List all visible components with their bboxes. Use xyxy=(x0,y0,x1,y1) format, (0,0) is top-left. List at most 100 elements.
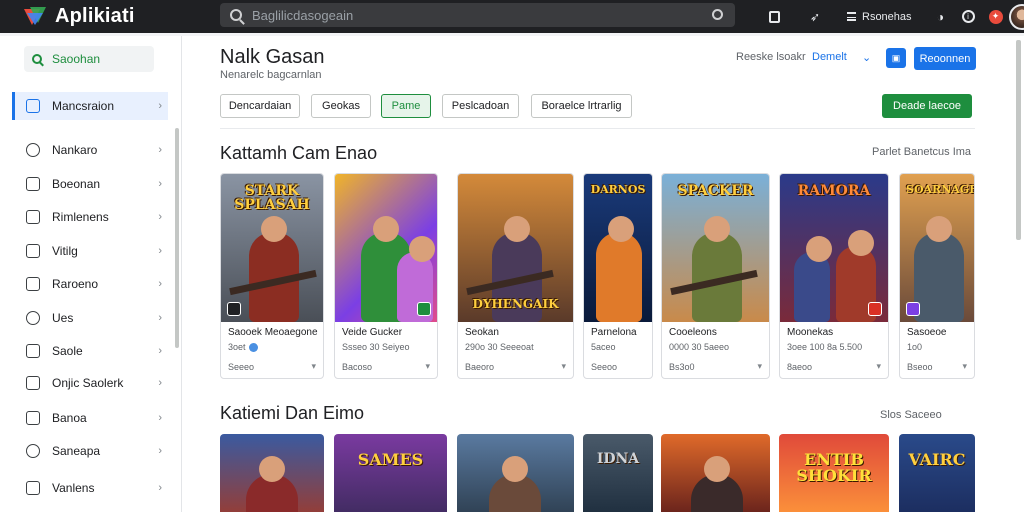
game-card[interactable] xyxy=(457,434,574,512)
folder-icon xyxy=(26,376,40,390)
chevron-right-icon: › xyxy=(158,278,162,290)
info-icon[interactable]: i xyxy=(961,10,975,23)
chip-active[interactable]: Pame xyxy=(381,94,431,118)
game-art-title: VAIRC xyxy=(908,450,966,469)
game-meta: 5aceo xyxy=(591,342,616,352)
game-card[interactable]: SPACKER Cooeleons 0000 30 5aeeo Bs3o0 ▾ xyxy=(661,173,770,379)
chevron-right-icon: › xyxy=(158,312,162,324)
verified-icon xyxy=(248,343,258,353)
sidebar-item[interactable]: Onjic Saolerk › xyxy=(12,369,168,397)
sidebar-item[interactable]: Vanlens › xyxy=(12,474,168,502)
game-card[interactable] xyxy=(220,434,324,512)
game-art: DYHENGAIK xyxy=(458,174,573,322)
sidebar-item-label: Raroeno xyxy=(52,277,99,291)
character xyxy=(691,456,743,512)
game-card[interactable]: VAIRC xyxy=(899,434,975,512)
gear-icon xyxy=(26,99,40,113)
badge-icon xyxy=(227,302,241,316)
game-card[interactable]: Veide Gucker Ssseo 30 Seiyeo Bacoso ▾ xyxy=(334,173,438,379)
game-name: Saooek Meoaegone xyxy=(228,327,318,338)
search-input[interactable] xyxy=(252,7,692,23)
document-icon[interactable] xyxy=(769,10,780,23)
game-card[interactable] xyxy=(661,434,770,512)
chip[interactable]: Geokas xyxy=(311,94,371,118)
game-art: DARNOS xyxy=(584,174,652,322)
chip[interactable]: Dencardaian xyxy=(220,94,300,118)
game-card[interactable]: DYHENGAIK Seokan 290o 30 Seeeoat Baeoro … xyxy=(457,173,574,379)
chip[interactable]: Boraelce lrtrarlig xyxy=(531,94,632,118)
page-subtitle: Nenarelc bagcarnlan xyxy=(220,69,322,81)
game-card[interactable]: STARK SPLASAH Saooek Meoaegone 3oet Seee… xyxy=(220,173,324,379)
sidebar-item-label: Onjic Saolerk xyxy=(52,376,124,390)
sidebar-item-label: Saole xyxy=(52,344,83,358)
chevron-down-icon[interactable]: ▾ xyxy=(425,361,430,372)
game-art-title: ENTIB SHOKIR xyxy=(796,450,872,485)
sidebar-item-label: Vitilg xyxy=(52,244,78,258)
sidebar-item[interactable]: Saole › xyxy=(12,337,168,365)
chip[interactable]: Peslcadoan xyxy=(442,94,519,118)
sidebar-item-label: Vanlens xyxy=(52,481,95,495)
page-scrollbar[interactable] xyxy=(1016,40,1021,240)
game-art-title: DARNOS xyxy=(590,183,646,196)
chevron-right-icon: › xyxy=(158,211,162,223)
feather-icon[interactable]: ➶ xyxy=(808,10,822,24)
sidebar-item[interactable]: Saneapa › xyxy=(12,437,168,465)
notification-icon[interactable]: ✦ xyxy=(988,9,1003,24)
chevron-down-icon[interactable]: ▾ xyxy=(311,361,316,372)
sidebar-item[interactable]: Banoa › xyxy=(12,404,168,432)
cta-button[interactable]: Deade laecoe xyxy=(882,94,972,118)
game-meta: 290o 30 Seeeoat xyxy=(465,342,534,352)
calendar-icon xyxy=(26,210,40,224)
search-submit-icon[interactable] xyxy=(712,9,723,20)
sidebar-item-label: Rimlenens xyxy=(52,210,109,224)
game-art-title: STARK SPLASAH xyxy=(234,183,310,213)
pin-icon xyxy=(26,311,40,325)
header-dropdown[interactable]: Demelt xyxy=(812,51,847,63)
game-card[interactable]: SOARNAGE Sasoeoe 1o0 Bseoo ▾ xyxy=(899,173,975,379)
sidebar-item[interactable]: Raroeno › xyxy=(12,270,168,298)
sidebar-item-label: Ues xyxy=(52,311,74,325)
app-logo[interactable]: Aplikiati xyxy=(24,5,214,28)
grid-view-icon[interactable]: ▣ xyxy=(886,48,906,68)
game-card[interactable]: SAMES xyxy=(334,434,447,512)
top-bar: Aplikiati ➶ Rsonehas ◑ i ✦ xyxy=(0,0,1024,33)
game-card[interactable]: RAMORA Moonekas 3oee 100 8a 5.500 8aeoo … xyxy=(779,173,889,379)
topbar-label[interactable]: Rsonehas xyxy=(862,11,912,23)
game-meta: 3oee 100 8a 5.500 xyxy=(787,342,863,352)
section-link[interactable]: Parlet Banetcus Ima xyxy=(872,146,971,158)
game-card[interactable]: DARNOS Parnelona 5aceo Seeoo xyxy=(583,173,653,379)
sidebar-item-label: Nankaro xyxy=(52,143,98,157)
game-name: Parnelona xyxy=(591,327,637,338)
sidebar-item-main[interactable]: Mancsraion › xyxy=(12,92,168,120)
sidebar-item-label: Mancsraion xyxy=(52,99,115,113)
chevron-down-icon[interactable]: ▾ xyxy=(757,361,762,372)
game-art-title: SPACKER xyxy=(677,183,754,199)
chart-icon xyxy=(26,411,40,425)
section-link[interactable]: Slos Saceeo xyxy=(880,409,942,421)
menu-icon[interactable] xyxy=(846,10,856,24)
sidebar-item[interactable]: Nankaro › xyxy=(12,136,168,164)
chevron-down-icon[interactable]: ▾ xyxy=(876,361,881,372)
game-card[interactable]: IDNA xyxy=(583,434,653,512)
game-name: Cooeleons xyxy=(669,327,717,338)
badge-icon xyxy=(417,302,431,316)
search-bar[interactable] xyxy=(220,3,735,27)
sidebar-item[interactable]: Boeonan › xyxy=(12,170,168,198)
chevron-right-icon: › xyxy=(158,245,162,257)
chevron-down-icon[interactable]: ▾ xyxy=(561,361,566,372)
badge-icon xyxy=(906,302,920,316)
sidebar-scrollbar[interactable] xyxy=(175,128,179,348)
game-meta: 3oet xyxy=(228,342,258,353)
sidebar-item[interactable]: Rimlenens › xyxy=(12,203,168,231)
sidebar-item[interactable]: Ues › xyxy=(12,304,168,332)
primary-button[interactable]: Reoonnen xyxy=(914,47,976,70)
game-meta: 0000 30 5aeeo xyxy=(669,342,730,352)
chevron-down-icon[interactable]: ▾ xyxy=(962,361,967,372)
game-card[interactable]: ENTIB SHOKIR xyxy=(779,434,889,512)
sidebar-item[interactable]: Vitilg › xyxy=(12,237,168,265)
header-link[interactable]: Reeske lsoakr xyxy=(736,51,806,63)
user-avatar[interactable] xyxy=(1008,3,1024,30)
theme-icon[interactable]: ◑ xyxy=(934,10,948,24)
chevron-down-icon[interactable]: ⌄ xyxy=(862,51,871,64)
sidebar-search[interactable]: Saoohan xyxy=(24,46,154,72)
